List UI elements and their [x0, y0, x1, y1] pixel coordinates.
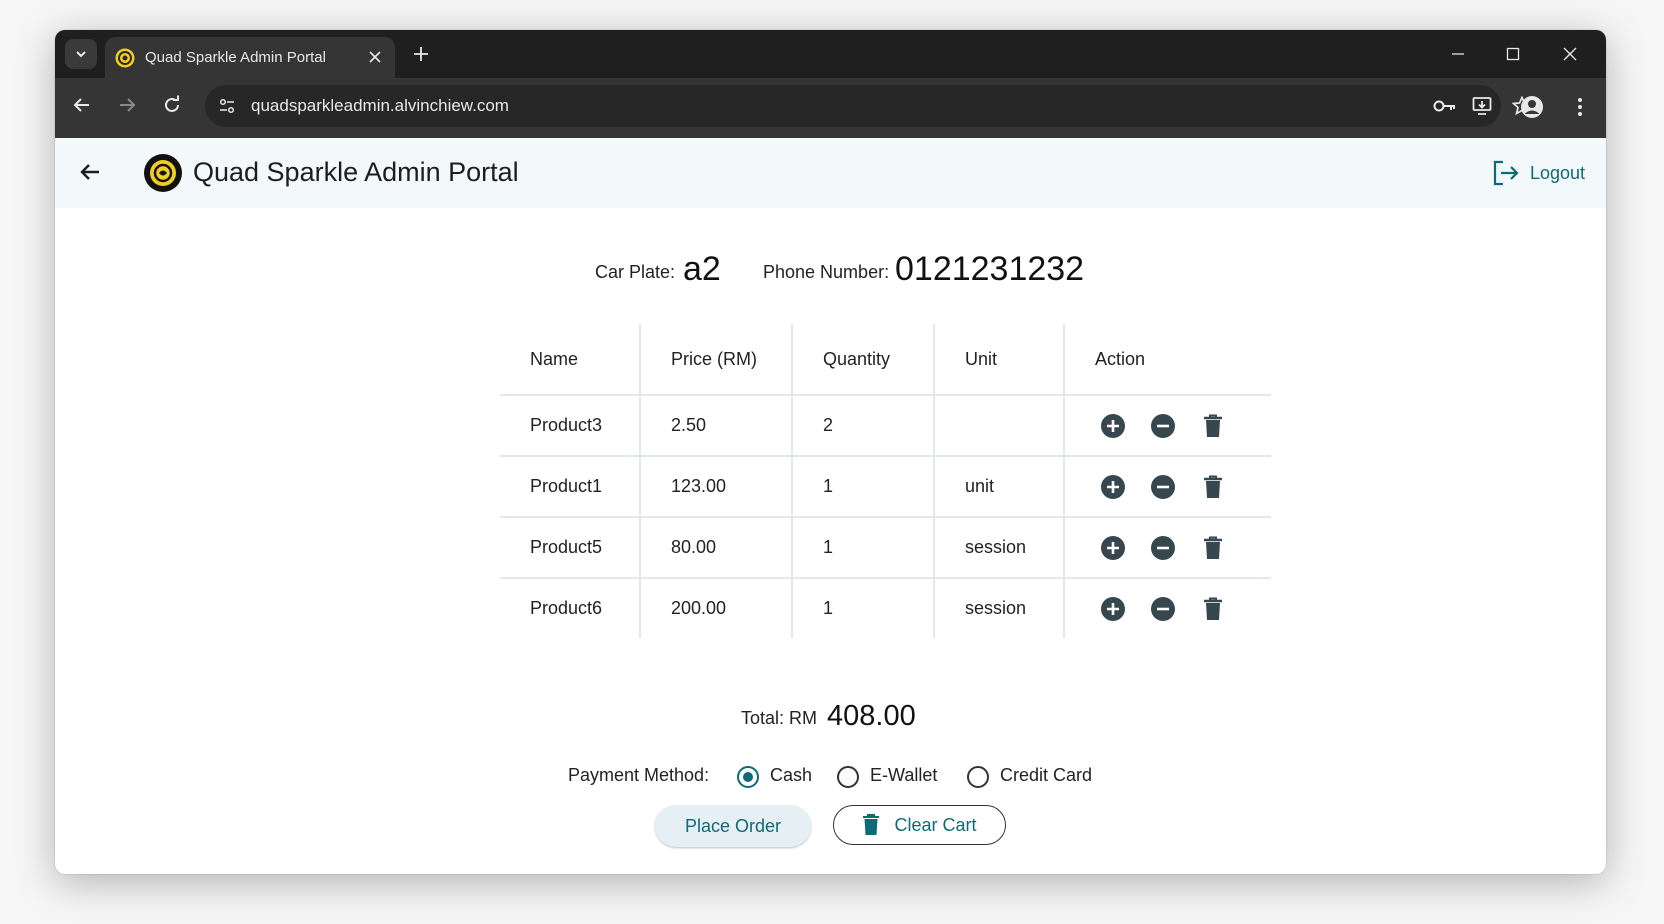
delete-item-icon[interactable] — [1200, 413, 1226, 439]
cell-price: 2.50 — [640, 394, 793, 456]
cell-price: 80.00 — [640, 516, 793, 578]
url-text[interactable]: quadsparkleadmin.alvinchiew.com — [251, 96, 509, 116]
total-value: 408.00 — [827, 700, 916, 732]
car-plate-label: Car Plate: — [595, 262, 676, 282]
cell-quantity: 2 — [792, 394, 935, 456]
site-favicon-icon — [115, 48, 135, 68]
tab-bar: Quad Sparkle Admin Portal — [55, 30, 1606, 78]
cell-unit: unit — [934, 455, 1065, 517]
delete-item-icon[interactable] — [1200, 474, 1226, 500]
tab-title: Quad Sparkle Admin Portal — [145, 49, 326, 66]
increase-quantity-icon[interactable] — [1100, 474, 1126, 500]
cell-name: Product5 — [500, 516, 641, 578]
payment-option-credit-card[interactable]: Credit Card — [1000, 765, 1092, 786]
app-header: Quad Sparkle Admin Portal Logout — [55, 138, 1606, 208]
page-title: Quad Sparkle Admin Portal — [193, 157, 519, 187]
cell-action — [1064, 577, 1271, 638]
tab-search-button[interactable] — [65, 39, 97, 69]
minimize-icon[interactable] — [1446, 42, 1470, 66]
cell-unit: session — [934, 577, 1065, 638]
clear-cart-button[interactable]: Clear Cart — [833, 805, 1006, 845]
increase-quantity-icon[interactable] — [1100, 535, 1126, 561]
back-arrow-icon[interactable] — [75, 157, 105, 187]
delete-item-icon[interactable] — [1200, 535, 1226, 561]
browser-forward-icon[interactable] — [114, 92, 140, 118]
logout-button[interactable]: Logout — [1492, 158, 1585, 188]
close-window-icon[interactable] — [1558, 42, 1582, 66]
browser-tab[interactable]: Quad Sparkle Admin Portal — [105, 37, 395, 78]
payment-option-cash[interactable]: Cash — [770, 765, 812, 786]
address-bar[interactable]: quadsparkleadmin.alvinchiew.com — [205, 85, 1532, 127]
column-header-unit: Unit — [934, 324, 1065, 395]
cell-unit — [934, 394, 1065, 456]
table-header-row: Name Price (RM) Quantity Unit Action — [500, 324, 1271, 395]
cell-unit: session — [934, 516, 1065, 578]
payment-method-label: Payment Method: — [568, 765, 710, 785]
site-settings-icon[interactable] — [215, 94, 239, 118]
logout-icon — [1493, 160, 1519, 186]
decrease-quantity-icon[interactable] — [1150, 596, 1176, 622]
cell-action — [1064, 394, 1271, 456]
delete-item-icon[interactable] — [1200, 596, 1226, 622]
table-row: Product6 200.00 1 session — [500, 577, 1271, 638]
reload-icon[interactable] — [159, 92, 185, 118]
phone-number-label: Phone Number: — [763, 262, 890, 282]
payment-radio-ewallet[interactable] — [837, 766, 859, 788]
trash-icon — [863, 814, 880, 835]
cell-quantity: 1 — [792, 516, 935, 578]
column-header-quantity: Quantity — [792, 324, 935, 395]
cell-name: Product1 — [500, 455, 641, 517]
column-header-action: Action — [1095, 348, 1146, 369]
profile-avatar-icon[interactable] — [1519, 94, 1545, 120]
cell-price: 123.00 — [640, 455, 793, 517]
payment-radio-credit-card[interactable] — [967, 766, 989, 788]
decrease-quantity-icon[interactable] — [1150, 535, 1176, 561]
increase-quantity-icon[interactable] — [1100, 413, 1126, 439]
cell-name: Product6 — [500, 577, 641, 638]
cell-price: 200.00 — [640, 577, 793, 638]
payment-option-ewallet[interactable]: E-Wallet — [870, 765, 937, 786]
payment-method-group: Payment Method: Cash E-Wallet Credit Car… — [55, 763, 1606, 793]
car-plate-value: a2 — [683, 250, 721, 288]
cell-action — [1064, 516, 1271, 578]
new-tab-icon[interactable] — [410, 43, 432, 65]
quad-sparkle-logo-icon — [144, 154, 182, 192]
column-header-price: Price (RM) — [640, 324, 793, 395]
logout-label: Logout — [1530, 162, 1586, 183]
cart-table: Name Price (RM) Quantity Unit Action Pro… — [500, 324, 1271, 638]
payment-radio-cash[interactable] — [737, 766, 759, 788]
total-label: Total: RM — [741, 708, 818, 728]
install-app-icon[interactable] — [1471, 94, 1495, 118]
column-header-name: Name — [500, 324, 641, 395]
table-row: Product5 80.00 1 session — [500, 516, 1271, 578]
decrease-quantity-icon[interactable] — [1150, 413, 1176, 439]
table-row: Product3 2.50 2 — [500, 394, 1271, 456]
phone-number-value: 0121231232 — [895, 250, 1085, 288]
browser-toolbar: quadsparkleadmin.alvinchiew.com — [55, 78, 1606, 138]
place-order-button[interactable]: Place Order — [655, 805, 811, 847]
cell-quantity: 1 — [792, 577, 935, 638]
cell-quantity: 1 — [792, 455, 935, 517]
browser-back-icon[interactable] — [69, 92, 95, 118]
browser-window: Quad Sparkle Admin Portal quadsparkleadm… — [55, 30, 1606, 874]
cell-action — [1064, 455, 1271, 517]
browser-menu-icon[interactable] — [1567, 94, 1593, 120]
maximize-icon[interactable] — [1501, 42, 1525, 66]
increase-quantity-icon[interactable] — [1100, 596, 1126, 622]
decrease-quantity-icon[interactable] — [1150, 474, 1176, 500]
cell-name: Product3 — [500, 394, 641, 456]
table-row: Product1 123.00 1 unit — [500, 455, 1271, 517]
tab-close-icon[interactable] — [366, 48, 384, 66]
chevron-down-icon — [76, 51, 86, 58]
clear-cart-label: Clear Cart — [894, 814, 977, 835]
order-info: Car Plate: a2 Phone Number: 0121231232 — [55, 242, 1606, 292]
password-key-icon[interactable] — [1433, 94, 1457, 118]
